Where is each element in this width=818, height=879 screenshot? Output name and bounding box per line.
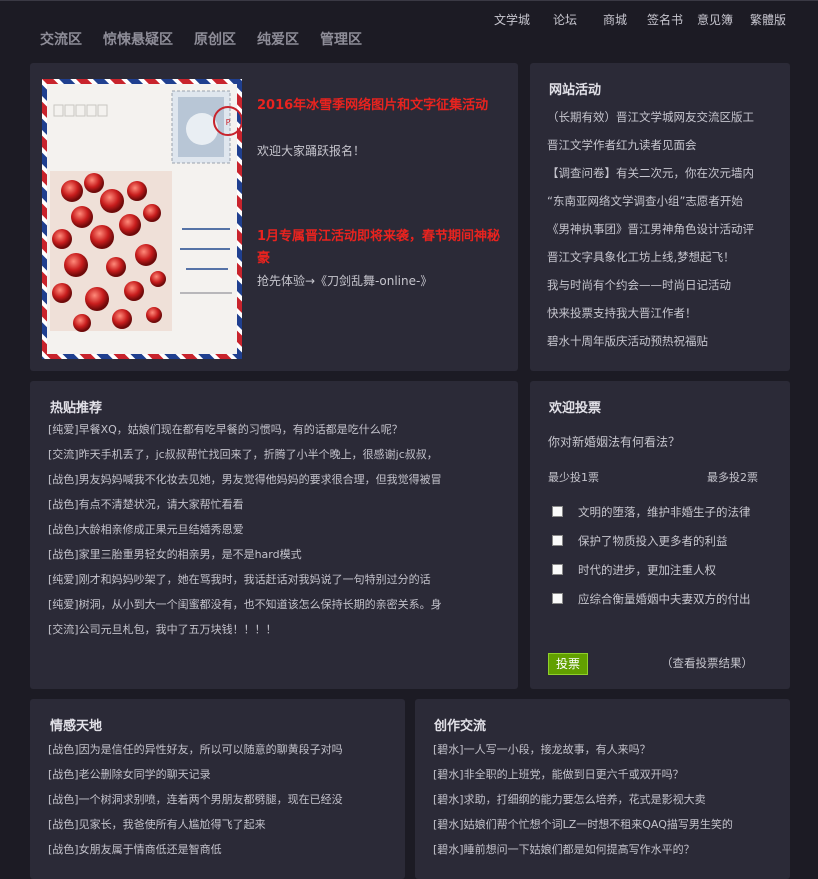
news-desc-1: 欢迎大家踊跃报名！	[257, 144, 366, 158]
poll-min-votes: 最少投1票	[548, 471, 599, 484]
poll-option-label: 保护了物质投入更多者的利益	[578, 534, 728, 548]
emotion-panel: 情感天地 [战色]因为是信任的异性好友，所以可以随意的聊黄段子对吗 [战色]老公…	[30, 699, 405, 879]
banner-panel: P 2016年冰雪季网络图片和文字征集活动 欢迎大家踊跃报名！ 1月专属晋江活动…	[30, 63, 518, 371]
news-title-1[interactable]: 2016年冰雪季网络图片和文字征集活动	[257, 95, 502, 117]
creation-item[interactable]: [碧水]求助，打细纲的能力要怎么培养，花式是影视大卖	[433, 787, 778, 812]
svg-text:P: P	[226, 118, 231, 127]
vote-button[interactable]: 投票	[548, 653, 588, 675]
hot-posts-list: [纯爱]早餐XQ，姑娘们现在都有吃早餐的习惯吗，有的话都是吃什么呢？ [交流]昨…	[48, 417, 500, 642]
hot-post-item[interactable]: [纯爱]树洞，从小到大一个闺蜜都没有，也不知道该怎么保持长期的亲密关系。身	[48, 592, 500, 617]
news-desc-2: 抢先体验→《刀剑乱舞-online-》	[257, 274, 433, 288]
creation-list: [碧水]一人写一小段，接龙故事，有人来吗？ [碧水]非全职的上班党，能做到日更六…	[433, 737, 778, 862]
top-link-forum[interactable]: 论坛	[553, 11, 577, 28]
activities-title: 网站活动	[549, 83, 602, 98]
main-nav: 交流区 惊悚悬疑区 原创区 纯爱区 管理区	[0, 29, 818, 49]
emotion-title: 情感天地	[50, 719, 103, 734]
creation-title: 创作交流	[434, 719, 487, 734]
top-link-mall[interactable]: 商城	[603, 11, 627, 28]
top-link-feedback[interactable]: 意见簿	[697, 11, 733, 28]
poll-title: 欢迎投票	[549, 401, 602, 416]
emotion-item[interactable]: [战色]因为是信任的异性好友，所以可以随意的聊黄段子对吗	[48, 737, 388, 762]
hot-post-item[interactable]: [纯爱]早餐XQ，姑娘们现在都有吃早餐的习惯吗，有的话都是吃什么呢？	[48, 417, 500, 442]
hot-posts-title: 热贴推荐	[50, 401, 103, 416]
top-link-literature-city[interactable]: 文学城	[494, 11, 530, 28]
nav-admin-zone[interactable]: 管理区	[320, 29, 362, 49]
poll-panel: 欢迎投票 你对新婚姻法有何看法？ 最少投1票 最多投2票 文明的堕落，维护非婚生…	[530, 381, 790, 689]
hot-post-item[interactable]: [战色]大龄相亲修成正果元旦结婚秀恩爱	[48, 517, 500, 542]
creation-item[interactable]: [碧水]一人写一小段，接龙故事，有人来吗？	[433, 737, 778, 762]
poll-option-checkbox[interactable]	[552, 564, 563, 575]
top-link-traditional[interactable]: 繁體版	[750, 11, 786, 28]
top-link-signed-books[interactable]: 签名书	[647, 11, 683, 28]
emotion-item[interactable]: [战色]见家长，我爸使所有人尴尬得飞了起来	[48, 812, 388, 837]
hot-post-item[interactable]: [战色]有点不清楚状况，请大家帮忙看看	[48, 492, 500, 517]
hot-post-item[interactable]: [纯爱]刚才和妈妈吵架了，她在骂我时，我话赶话对我妈说了一句特别过分的话	[48, 567, 500, 592]
emotion-item[interactable]: [战色]女朋友属于情商低还是智商低	[48, 837, 388, 862]
hot-post-item[interactable]: [交流]公司元旦札包，我中了五万块钱！！！！	[48, 617, 500, 642]
nav-exchange-zone[interactable]: 交流区	[40, 29, 82, 49]
poll-option-checkbox[interactable]	[552, 506, 563, 517]
activities-list: （长期有效）晋江文学城网友交流区版工 晋江文学作者红九读者见面会 【调查问卷】有…	[547, 103, 785, 355]
news-title-2[interactable]: 1月专属晋江活动即将来袭，春节期间神秘豪	[257, 226, 502, 270]
poll-option-label: 文明的堕落，维护非婚生子的法律	[578, 505, 751, 519]
poll-option-label: 应综合衡量婚姻中夫妻双方的付出	[578, 592, 751, 606]
poll-option-label: 时代的进步，更加注重人权	[578, 563, 716, 577]
hot-post-item[interactable]: [战色]男友妈妈喊我不化妆去见她，男友觉得他妈妈的要求很合理，但我觉得被冒	[48, 467, 500, 492]
site-activities-panel: 网站活动 （长期有效）晋江文学城网友交流区版工 晋江文学作者红九读者见面会 【调…	[530, 63, 790, 371]
creation-item[interactable]: [碧水]睡前想问一下姑娘们都是如何提高写作水平的？	[433, 837, 778, 862]
nav-original-zone[interactable]: 原创区	[194, 29, 236, 49]
hot-post-item[interactable]: [交流]昨天手机丢了，jc叔叔帮忙找回来了，折腾了小半个晚上，很感谢jc叔叔，	[48, 442, 500, 467]
poll-question: 你对新婚姻法有何看法？	[548, 435, 681, 449]
activity-item[interactable]: 碧水十周年版庆活动预热祝福贴	[547, 327, 785, 355]
emotion-item[interactable]: [战色]老公删除女同学的聊天记录	[48, 762, 388, 787]
activity-item[interactable]: 《男神执事团》晋江男神角色设计活动评	[547, 215, 785, 243]
activity-item[interactable]: 晋江文学作者红九读者见面会	[547, 131, 785, 159]
poll-max-votes: 最多投2票	[707, 471, 758, 484]
emotion-list: [战色]因为是信任的异性好友，所以可以随意的聊黄段子对吗 [战色]老公删除女同学…	[48, 737, 388, 862]
activity-item[interactable]: （长期有效）晋江文学城网友交流区版工	[547, 103, 785, 131]
postcard-image: P	[42, 79, 242, 359]
top-links: 文学城 论坛 商城 签名书 意见簿 繁體版	[0, 11, 818, 29]
creation-panel: 创作交流 [碧水]一人写一小段，接龙故事，有人来吗？ [碧水]非全职的上班党，能…	[415, 699, 790, 879]
activity-item[interactable]: 快来投票支持我大晋江作者！	[547, 299, 785, 327]
activity-item[interactable]: 我与时尚有个约会——时尚日记活动	[547, 271, 785, 299]
activity-item[interactable]: 【调查问卷】有关二次元，你在次元墙内	[547, 159, 785, 187]
poll-option-checkbox[interactable]	[552, 535, 563, 546]
emotion-item[interactable]: [战色]一个树洞求别喷，连着两个男朋友都劈腿，现在已经没	[48, 787, 388, 812]
creation-item[interactable]: [碧水]非全职的上班党，能做到日更六千或双开吗？	[433, 762, 778, 787]
hot-posts-panel: 热贴推荐 [纯爱]早餐XQ，姑娘们现在都有吃早餐的习惯吗，有的话都是吃什么呢？ …	[30, 381, 518, 689]
nav-bl-zone[interactable]: 纯爱区	[257, 29, 299, 49]
activity-item[interactable]: 晋江文字具象化工坊上线,梦想起飞！	[547, 243, 785, 271]
creation-item[interactable]: [碧水]姑娘们帮个忙想个词LZ一时想不租来QAQ描写男生笑的	[433, 812, 778, 837]
banner-image[interactable]: P	[42, 79, 242, 359]
view-results-link[interactable]: （查看投票结果）	[661, 655, 753, 671]
nav-thriller-zone[interactable]: 惊悚悬疑区	[103, 29, 173, 49]
activity-item[interactable]: “东南亚网络文学调查小组”志愿者开始	[547, 187, 785, 215]
poll-option-checkbox[interactable]	[552, 593, 563, 604]
hot-post-item[interactable]: [战色]家里三胎重男轻女的相亲男，是不是hard模式	[48, 542, 500, 567]
